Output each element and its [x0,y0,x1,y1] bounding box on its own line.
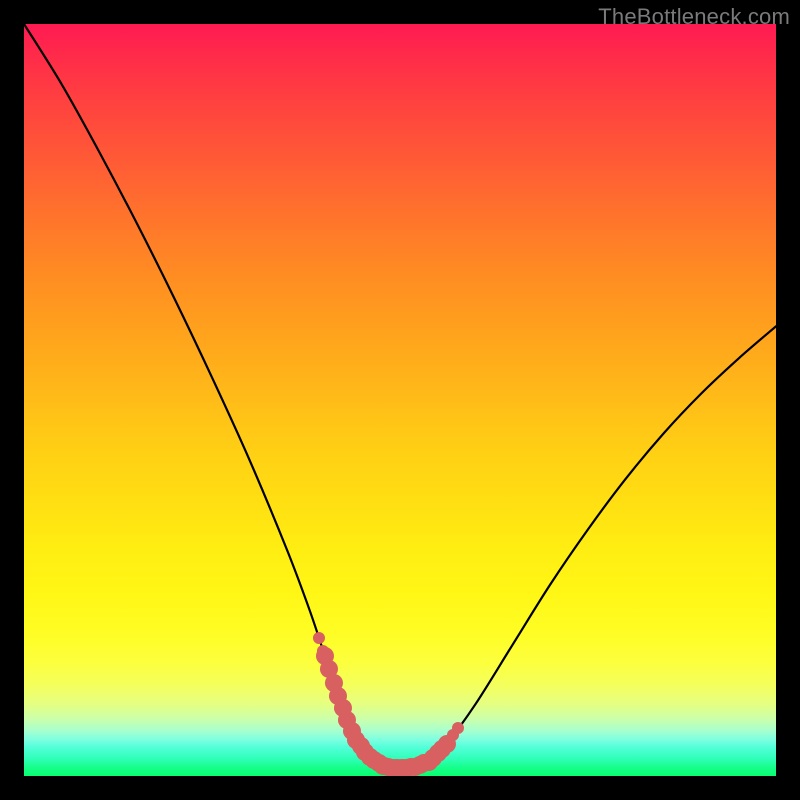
chart-frame: TheBottleneck.com [0,0,800,800]
watermark-text: TheBottleneck.com [598,4,790,30]
valley-marker-dot [313,632,325,644]
plot-area [24,24,776,776]
valley-marker-dot [452,722,464,734]
valley-markers [24,24,776,776]
valley-marker-dot [317,645,329,657]
